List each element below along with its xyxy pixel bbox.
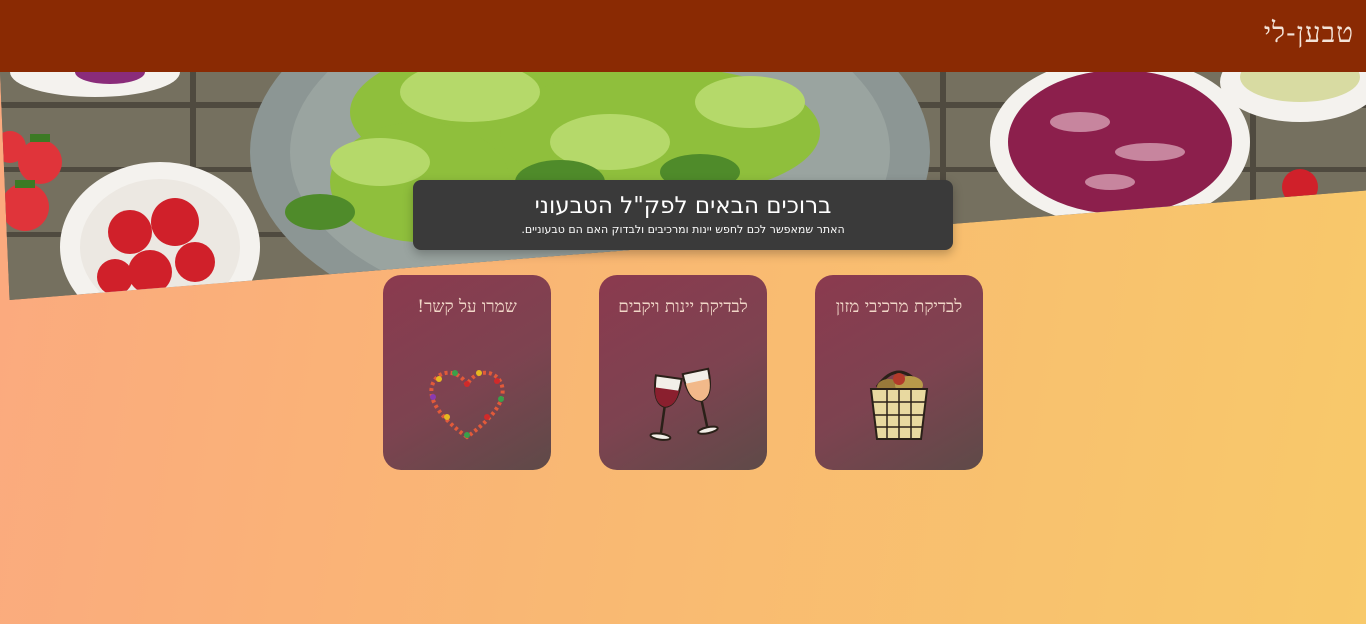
wine-glasses-icon <box>633 357 733 447</box>
contact-card[interactable]: שמרו על קשר! <box>383 275 551 470</box>
food-ingredients-card[interactable]: לבדיקת מרכיבי מזון <box>815 275 983 470</box>
basket-icon <box>849 357 949 447</box>
heart-icon <box>417 357 517 447</box>
card-label: לבדיקת מרכיבי מזון <box>835 297 963 317</box>
top-navbar: טבען-לי <box>0 0 1366 72</box>
welcome-title: ברוכים הבאים לפק"ל הטבעוני <box>534 193 832 219</box>
card-label: שמרו על קשר! <box>417 297 517 317</box>
site-logo[interactable]: טבען-לי <box>1264 16 1354 50</box>
wines-card[interactable]: לבדיקת יינות ויקבים <box>599 275 767 470</box>
welcome-subtitle: האתר שמאפשר לכם לחפש יינות ומרכיבים ולבד… <box>521 223 845 236</box>
welcome-box: ברוכים הבאים לפק"ל הטבעוני האתר שמאפשר ל… <box>413 180 953 250</box>
card-label: לבדיקת יינות ויקבים <box>618 297 748 317</box>
